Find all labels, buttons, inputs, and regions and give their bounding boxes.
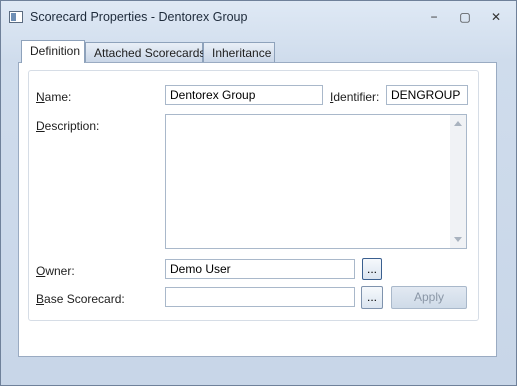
tab-inheritance[interactable]: Inheritance — [203, 42, 275, 62]
minimize-icon[interactable]: − — [424, 9, 444, 25]
base-scorecard-label: Base Scorecard: — [36, 292, 125, 306]
description-scrollbar[interactable] — [450, 115, 466, 248]
identifier-label: Identifier: — [330, 90, 380, 104]
title-bar: Scorecard Properties - Dentorex Group − … — [1, 1, 516, 33]
owner-browse-button[interactable]: ... — [362, 258, 382, 280]
scroll-up-icon[interactable] — [454, 121, 462, 126]
apply-button[interactable]: Apply — [391, 286, 467, 309]
tab-definition[interactable]: Definition — [21, 40, 85, 63]
owner-label: Owner: — [36, 264, 75, 278]
maximize-icon[interactable]: ▢ — [455, 9, 475, 25]
base-scorecard-field[interactable] — [165, 287, 355, 307]
close-icon[interactable]: ✕ — [486, 9, 506, 25]
owner-field[interactable]: Demo User — [165, 259, 355, 279]
window-app-icon — [9, 11, 23, 23]
description-label: Description: — [36, 119, 100, 133]
name-field[interactable]: Dentorex Group — [165, 85, 323, 105]
scroll-down-icon[interactable] — [454, 237, 462, 242]
scorecard-properties-window: Scorecard Properties - Dentorex Group − … — [0, 0, 517, 386]
base-scorecard-browse-button[interactable]: ... — [361, 286, 383, 309]
name-label: Name: — [36, 90, 72, 104]
tab-attached-scorecards[interactable]: Attached Scorecards — [85, 42, 205, 62]
description-textarea[interactable] — [165, 114, 467, 249]
window-title: Scorecard Properties - Dentorex Group — [30, 10, 248, 24]
identifier-field[interactable]: DENGROUP — [386, 85, 468, 105]
definition-panel: Name: Dentorex Group Identifier: DENGROU… — [18, 62, 497, 357]
